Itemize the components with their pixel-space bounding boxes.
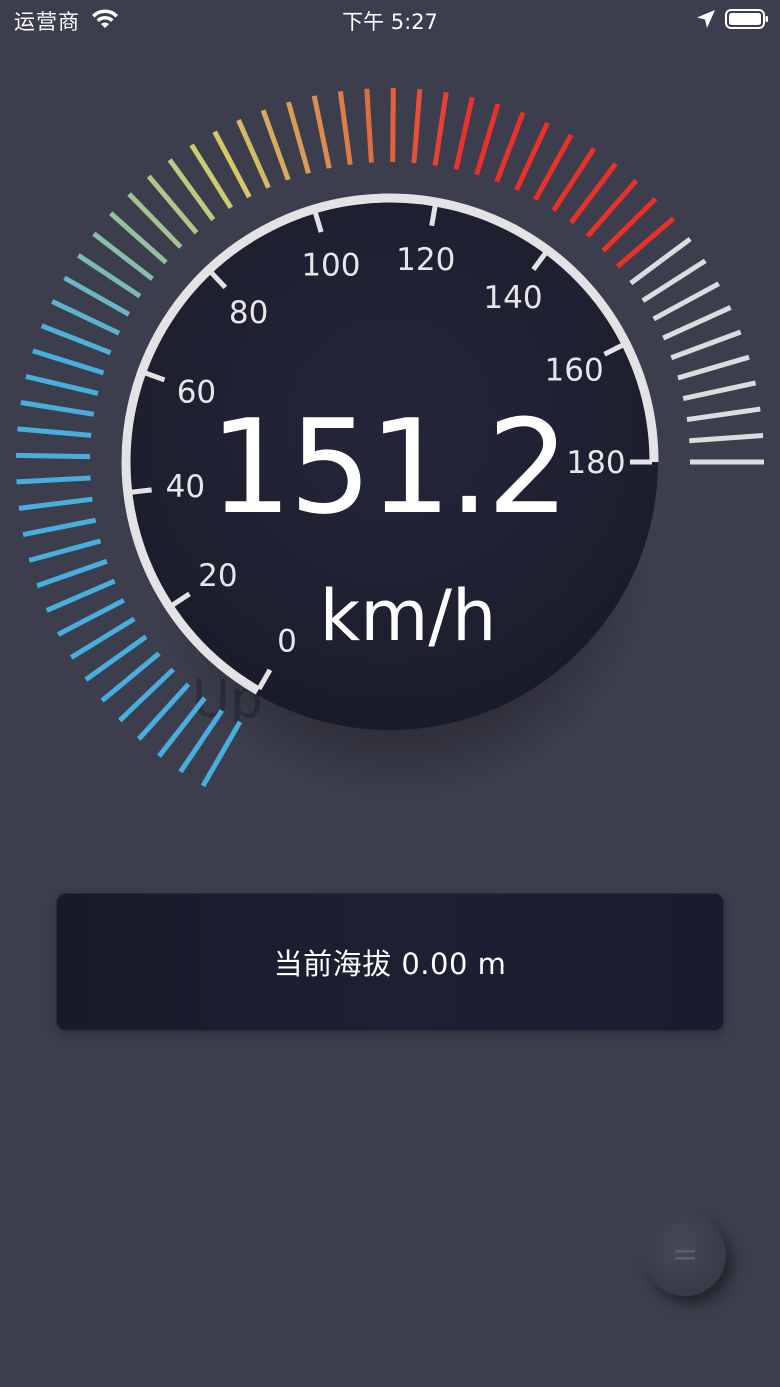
scale-tick [129,487,152,495]
outer-tick [16,452,91,460]
outer-tick [28,538,102,563]
speedometer: Up 020406080100120140160180 151.2 km/h [0,60,780,820]
outer-tick [25,374,99,396]
outer-tick [17,426,92,438]
outer-tick [411,88,423,164]
outer-tick [236,119,271,189]
location-arrow-icon [697,10,715,28]
status-time: 下午 5:27 [342,10,438,34]
outer-tick [45,578,116,613]
status-bar: 运营商 下午 5:27 [0,0,780,40]
menu-icon [675,1250,695,1260]
outer-tick [662,305,732,341]
scale-label: 120 [396,242,455,278]
outer-tick [260,109,291,181]
scale-label: 140 [483,280,542,316]
speedometer-graphic: Up 020406080100120140160180 151.2 km/h [16,87,764,800]
menu-button[interactable] [644,1214,726,1296]
altitude-card: 当前海拔 0.00 m [56,893,724,1031]
outer-tick [677,354,750,381]
outer-tick [514,121,550,191]
altitude-label: 当前海拔 0.00 m [273,947,507,981]
outer-tick [337,90,353,165]
scale-label: 100 [301,248,360,284]
outer-tick [36,558,108,589]
speed-value: 151.2 [209,391,566,543]
outer-tick [474,103,501,176]
scale-label: 40 [166,469,205,505]
outer-tick [16,475,91,485]
scale-label: 160 [545,353,604,389]
outer-tick [40,323,112,356]
outer-tick [32,348,105,376]
outer-tick [22,517,97,538]
outer-tick [682,380,757,402]
outer-tick [18,496,93,511]
scale-label: 0 [277,623,297,659]
battery-icon [725,9,768,29]
outer-tick [390,87,396,163]
outer-tick [311,95,332,169]
scale-label: 180 [566,445,625,481]
outer-tick [670,329,742,361]
outer-tick [432,91,449,166]
scale-label: 80 [229,295,268,331]
outer-tick [494,111,526,183]
outer-tick [285,101,311,174]
speed-unit: km/h [320,575,497,657]
outer-tick [686,406,761,423]
outer-tick [20,400,95,417]
outer-tick [453,96,475,170]
outer-tick [51,299,121,336]
scale-label: 20 [198,558,237,594]
outer-tick [364,88,374,163]
outer-tick [689,432,764,444]
